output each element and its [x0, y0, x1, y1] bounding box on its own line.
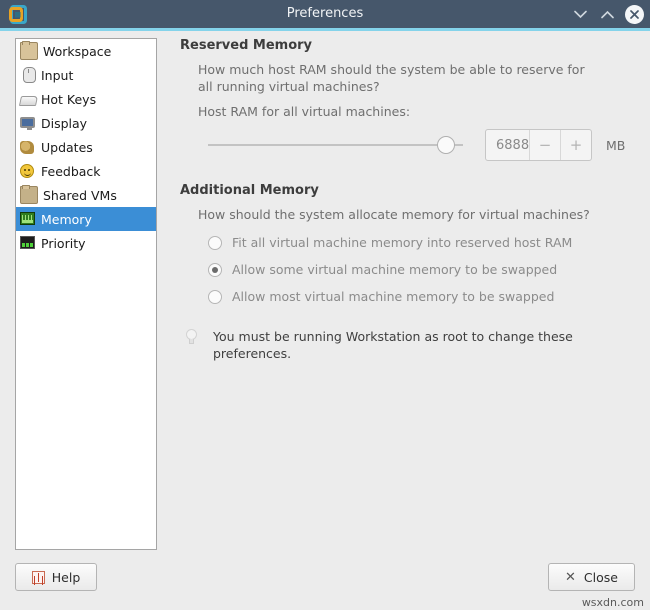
radio-button-selected[interactable]: [208, 262, 222, 277]
reserved-memory-description: How much host RAM should the system be a…: [198, 62, 585, 94]
note-text: You must be running Workstation as root …: [213, 329, 573, 361]
close-x-icon: ✕: [565, 569, 576, 585]
memory-chip-icon: [20, 211, 36, 227]
maximize-button[interactable]: [598, 5, 616, 23]
window-controls: [571, 0, 644, 28]
host-ram-control-row: 6888 − + MB: [208, 129, 637, 161]
keyboard-icon: [18, 91, 39, 107]
mouse-icon: [20, 67, 36, 83]
host-ram-slider[interactable]: [208, 134, 463, 156]
additional-memory-description: How should the system allocate memory fo…: [198, 207, 590, 222]
monitor-icon: [20, 115, 36, 131]
root-required-note: You must be running Workstation as root …: [180, 328, 637, 362]
sidebar-item-label: Priority: [41, 235, 86, 251]
help-icon: [31, 570, 45, 584]
sidebar-item-workspace[interactable]: Workspace: [16, 39, 156, 63]
host-ram-spinner[interactable]: 6888 − +: [485, 129, 592, 161]
host-ram-value[interactable]: 6888: [486, 130, 529, 160]
radio-label: Fit all virtual machine memory into rese…: [232, 235, 573, 250]
minimize-button[interactable]: [571, 5, 589, 23]
help-button-label: Help: [51, 569, 81, 585]
smiley-icon: [20, 163, 36, 179]
spinner-increment-button[interactable]: +: [560, 130, 591, 160]
reserved-memory-heading: Reserved Memory: [180, 38, 313, 53]
window-title: Preferences: [286, 6, 364, 21]
sidebar-item-label: Workspace: [43, 43, 112, 59]
sidebar-item-feedback[interactable]: Feedback: [16, 159, 156, 183]
sidebar-item-label: Shared VMs: [43, 187, 117, 203]
watermark: wsxdn.com: [581, 596, 644, 609]
help-button[interactable]: Help: [15, 563, 97, 591]
additional-memory-heading: Additional Memory: [180, 183, 319, 198]
sidebar-item-label: Input: [41, 67, 74, 83]
preferences-category-list[interactable]: Workspace Input Hot Keys Display Updates…: [15, 38, 157, 550]
sidebar-item-label: Memory: [41, 211, 92, 227]
titlebar-accent-line: [0, 28, 650, 31]
radio-button[interactable]: [208, 289, 222, 304]
sidebar-item-label: Hot Keys: [41, 91, 97, 107]
close-button-label: Close: [583, 569, 618, 585]
sidebar-item-updates[interactable]: Updates: [16, 135, 156, 159]
lightbulb-icon: [184, 329, 200, 347]
memory-unit-label: MB: [606, 137, 626, 153]
spinner-decrement-button[interactable]: −: [529, 130, 560, 160]
radio-button[interactable]: [208, 235, 222, 250]
radio-option-allow-most[interactable]: Allow most virtual machine memory to be …: [208, 289, 637, 304]
sidebar-item-memory[interactable]: Memory: [16, 207, 156, 231]
radio-option-fit-all[interactable]: Fit all virtual machine memory into rese…: [208, 235, 637, 250]
sidebar-item-label: Updates: [41, 139, 93, 155]
sidebar-item-label: Feedback: [41, 163, 101, 179]
sidebar-item-priority[interactable]: Priority: [16, 231, 156, 255]
sidebar-item-shared-vms[interactable]: Shared VMs: [16, 183, 156, 207]
close-button[interactable]: ✕ Close: [548, 563, 635, 591]
sidebar-item-display[interactable]: Display: [16, 111, 156, 135]
radio-label: Allow most virtual machine memory to be …: [232, 289, 555, 304]
chart-icon: [20, 235, 36, 251]
radio-option-allow-some[interactable]: Allow some virtual machine memory to be …: [208, 262, 637, 277]
folder-icon: [20, 185, 38, 204]
title-bar: Preferences: [0, 0, 650, 28]
slider-thumb[interactable]: [437, 136, 455, 154]
updates-icon: [20, 139, 36, 155]
sidebar-item-label: Display: [41, 115, 88, 131]
memory-settings-panel: Reserved Memory How much host RAM should…: [172, 38, 637, 362]
sidebar-item-input[interactable]: Input: [16, 63, 156, 87]
slider-track: [208, 144, 463, 146]
sidebar-item-hot-keys[interactable]: Hot Keys: [16, 87, 156, 111]
radio-label: Allow some virtual machine memory to be …: [232, 262, 558, 277]
host-ram-slider-label: Host RAM for all virtual machines:: [198, 104, 411, 119]
folder-icon: [20, 41, 38, 60]
close-window-button[interactable]: [625, 4, 644, 24]
